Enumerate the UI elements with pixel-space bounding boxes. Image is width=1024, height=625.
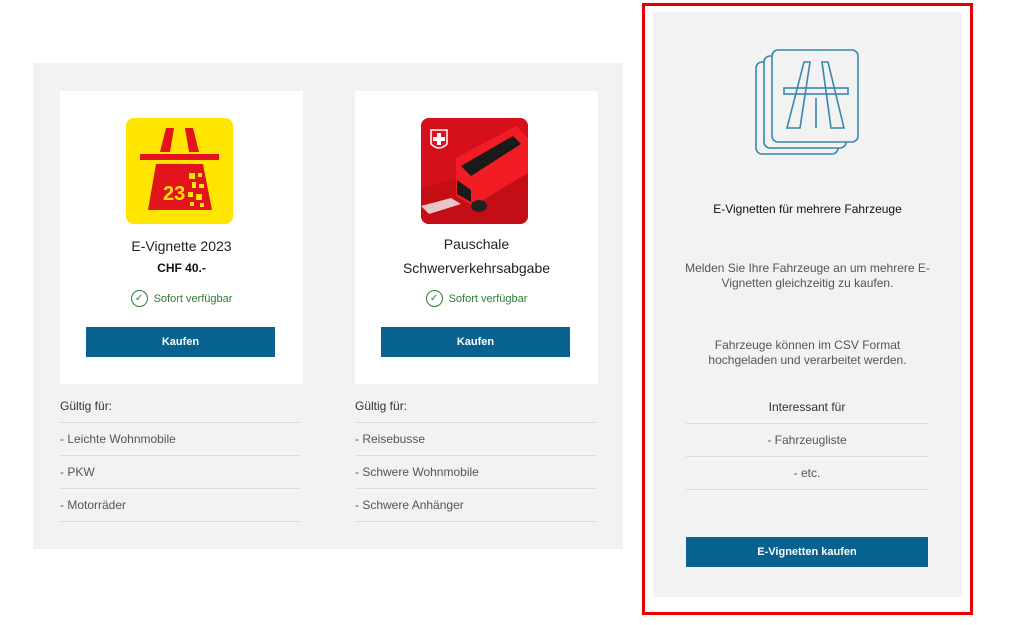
multi-title: E-Vignetten für mehrere Fahrzeuge	[713, 202, 902, 216]
interest-list: Interessant für - Fahrzeugliste - etc.	[686, 391, 928, 490]
list-item: - Leichte Wohnmobile	[60, 423, 301, 456]
list-item: - Fahrzeugliste	[686, 424, 928, 457]
buy-psva-button[interactable]: Kaufen	[381, 327, 570, 357]
check-circle-icon: ✓	[425, 290, 443, 307]
valid-for-list-psva: Gültig für: - Reisebusse - Schwere Wohnm…	[355, 390, 596, 522]
multi-description-1: Melden Sie Ihre Fahrzeuge an um mehrere …	[685, 261, 930, 290]
list-item: - Motorräder	[60, 489, 301, 522]
valid-for-heading: Gültig für:	[355, 390, 596, 423]
check-circle-icon: ✓	[130, 290, 148, 307]
list-item: - PKW	[60, 456, 301, 489]
evignette-image: 23	[126, 118, 233, 224]
product-title-line-2: Schwerverkehrsabgabe	[402, 260, 551, 276]
availability-status: ✓ Sofort verfügbar	[60, 290, 303, 307]
availability-label: Sofort verfügbar	[153, 292, 233, 305]
product-title: E-Vignette 2023	[131, 238, 232, 254]
interest-heading: Interessant für	[686, 391, 928, 424]
product-card-psva: Pauschale Schwerverkehrsabgabe ✓ Sofort …	[355, 91, 598, 384]
highway-cards-icon	[754, 48, 864, 158]
list-item: - Schwere Anhänger	[355, 489, 596, 522]
buy-evignette-button[interactable]: Kaufen	[86, 327, 275, 357]
availability-status: ✓ Sofort verfügbar	[355, 290, 598, 307]
list-item: - Reisebusse	[355, 423, 596, 456]
multi-vehicle-panel: E-Vignetten für mehrere Fahrzeuge Melden…	[653, 12, 962, 597]
valid-for-list-evignette: Gültig für: - Leichte Wohnmobile - PKW -…	[60, 390, 301, 522]
product-card-evignette: 23 E-Vignette 2023 CHF 40.- ✓ Sofort ver…	[60, 91, 303, 384]
valid-for-heading: Gültig für:	[60, 390, 301, 423]
buy-multiple-evignettes-button[interactable]: E-Vignetten kaufen	[686, 537, 928, 567]
bus-image	[421, 118, 528, 224]
product-title-line-1: Pauschale	[443, 236, 510, 252]
list-item: - etc.	[686, 457, 928, 490]
availability-label: Sofort verfügbar	[448, 292, 528, 305]
product-price: CHF 40.-	[157, 261, 206, 275]
multi-description-2: Fahrzeuge können im CSV Format hochgelad…	[708, 338, 907, 367]
vignette-year-text: 23	[163, 183, 185, 205]
list-item: - Schwere Wohnmobile	[355, 456, 596, 489]
